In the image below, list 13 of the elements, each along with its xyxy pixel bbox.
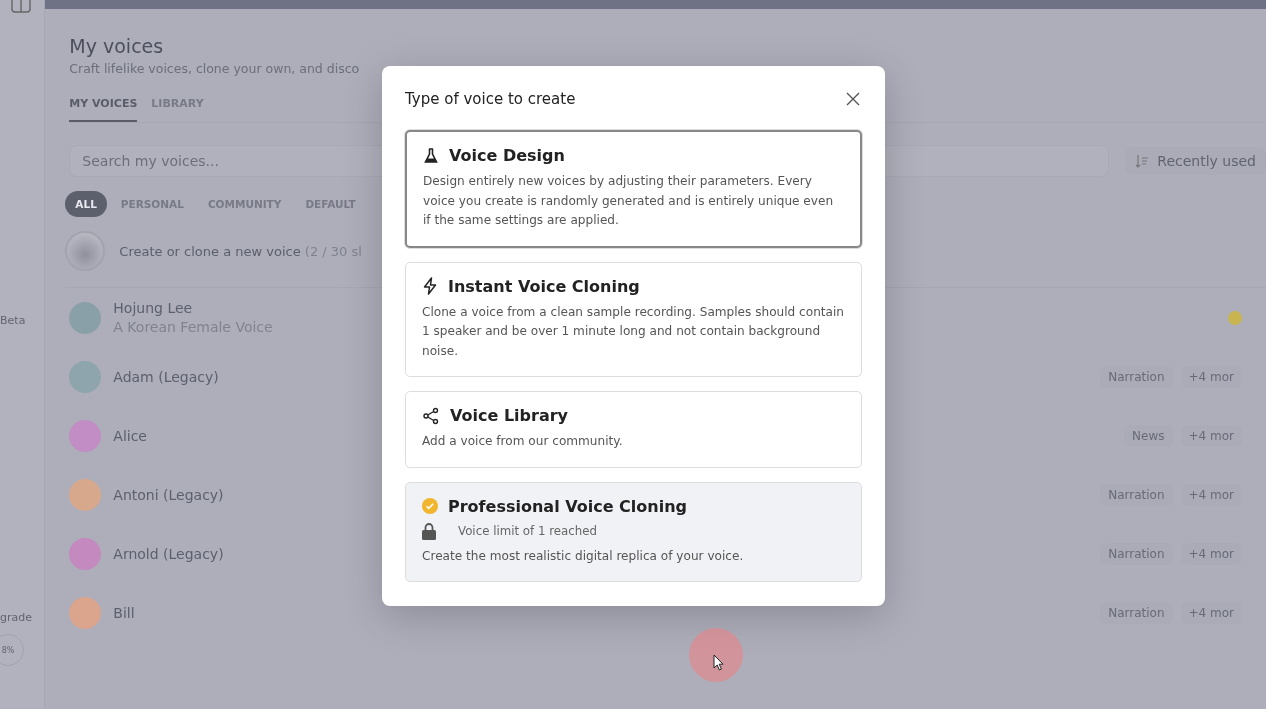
option-description: Design entirely new voices by adjusting their parameters. Every voice you create is randomly generated and is entirely unique even if the same settings are applied. [423, 173, 835, 229]
beta-label: Beta [0, 314, 26, 327]
option-description: Create the most realistic digital replica of your voice. [422, 547, 745, 565]
option-title: Voice Design [449, 146, 565, 165]
limit-note: Voice limit of 1 reached [458, 524, 597, 538]
option-description: Add a voice from our community. [422, 433, 624, 450]
page-title: My voices [69, 35, 165, 57]
option-title: Professional Voice Cloning [448, 496, 687, 516]
option-title: Instant Voice Cloning [448, 276, 640, 296]
option-description: Clone a voice from a clean sample recording. Samples should contain 1 speaker and be over 1 minute long and not contain background noise. [422, 303, 845, 360]
option-title: Voice Library [450, 406, 569, 425]
dialog-title: Type of voice to create [405, 90, 576, 108]
page-subtitle: Craft lifelike voices, clone your own, and disco [69, 61, 361, 76]
